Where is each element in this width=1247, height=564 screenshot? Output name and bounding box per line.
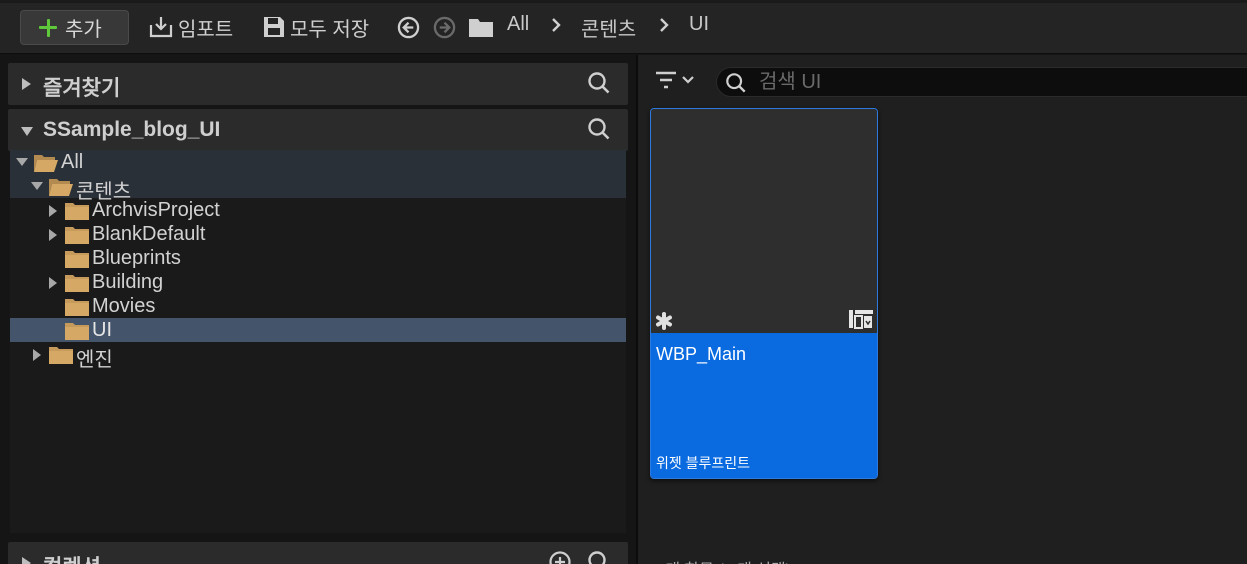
breadcrumb-all[interactable]: All bbox=[507, 13, 529, 36]
asset-search-box[interactable] bbox=[716, 67, 1247, 97]
folder-icon bbox=[65, 203, 89, 220]
tree-item-label: 엔진 bbox=[76, 349, 113, 371]
asset-name: WBP_Main bbox=[656, 344, 747, 364]
import-button[interactable]: 임포트 bbox=[148, 12, 233, 42]
caret-down-icon[interactable] bbox=[20, 125, 34, 137]
sources-panel: 즐겨찾기 SSample_blog_UI All 콘텐츠 ArchvisProj… bbox=[0, 55, 636, 564]
chevron-down-icon bbox=[682, 76, 694, 84]
save-all-label: 모두 저장 bbox=[290, 18, 370, 41]
caret-right-icon[interactable] bbox=[48, 204, 58, 218]
add-button-label: 추가 bbox=[65, 19, 102, 41]
tree-item-engine[interactable]: 엔진 bbox=[10, 342, 626, 371]
tree-item-all[interactable]: All bbox=[10, 150, 626, 174]
search-icon[interactable] bbox=[587, 117, 611, 141]
add-collection-icon[interactable] bbox=[548, 550, 572, 564]
folder-open-icon bbox=[49, 179, 73, 196]
tree-item-label: UI bbox=[92, 319, 112, 341]
collections-header[interactable]: 컬렉션 bbox=[8, 542, 628, 564]
caret-right-icon[interactable] bbox=[20, 556, 32, 564]
save-icon bbox=[264, 17, 284, 37]
tree-item-label: Movies bbox=[92, 295, 156, 317]
favorites-title: 즐겨찾기 bbox=[43, 77, 121, 100]
tree-item-label: Building bbox=[92, 271, 164, 293]
status-text: 1 개 항목 (1 개 선택) bbox=[652, 556, 791, 564]
tree-item-label: All bbox=[61, 151, 84, 173]
folder-icon bbox=[65, 251, 89, 268]
tree-item-label: Blueprints bbox=[92, 247, 181, 269]
folder-icon bbox=[65, 275, 89, 292]
import-label: 임포트 bbox=[178, 18, 234, 41]
asset-type: 위젯 블루프린트 bbox=[656, 455, 751, 471]
asterisk-icon bbox=[656, 312, 672, 330]
save-all-button[interactable]: 모두 저장 bbox=[262, 12, 369, 42]
project-title: SSample_blog_UI bbox=[43, 118, 221, 141]
filter-button[interactable] bbox=[655, 71, 695, 89]
search-icon[interactable] bbox=[587, 71, 611, 95]
caret-down-icon[interactable] bbox=[30, 181, 44, 191]
back-arrow-icon[interactable] bbox=[397, 16, 420, 39]
chevron-right-icon bbox=[660, 18, 669, 32]
tree-item-blankdefault[interactable]: BlankDefault bbox=[10, 222, 626, 246]
toolbar: 추가 임포트 모두 저장 All 콘텐츠 UI bbox=[0, 0, 1247, 54]
caret-right-icon[interactable] bbox=[20, 77, 32, 91]
tree-item-building[interactable]: Building bbox=[10, 270, 626, 294]
folder-icon bbox=[65, 299, 89, 316]
favorites-header[interactable]: 즐겨찾기 bbox=[8, 63, 628, 105]
caret-right-icon[interactable] bbox=[32, 348, 42, 362]
content-browser-panel: WBP_Main 위젯 블루프린트 1 개 항목 (1 개 선택) bbox=[638, 55, 1247, 564]
toolbar-top-strip bbox=[0, 0, 1247, 3]
collections-title: 컬렉션 bbox=[43, 551, 101, 564]
import-icon bbox=[149, 17, 173, 38]
widget-blueprint-icon bbox=[849, 310, 873, 329]
asset-tile[interactable]: WBP_Main 위젯 블루프린트 bbox=[650, 108, 878, 479]
asset-thumbnail bbox=[651, 109, 877, 333]
search-icon bbox=[726, 73, 746, 93]
caret-right-icon[interactable] bbox=[48, 276, 58, 290]
asset-info-panel: WBP_Main 위젯 블루프린트 bbox=[651, 333, 877, 478]
tree-item-ui[interactable]: UI bbox=[10, 318, 626, 342]
tree-item-label: BlankDefault bbox=[92, 223, 206, 245]
tree-item-blueprints[interactable]: Blueprints bbox=[10, 246, 626, 270]
tree-item-archvisproject[interactable]: ArchvisProject bbox=[10, 198, 626, 222]
asset-search-input[interactable] bbox=[759, 70, 1239, 94]
breadcrumb-contents[interactable]: 콘텐츠 bbox=[581, 13, 636, 42]
plus-icon bbox=[39, 18, 57, 37]
breadcrumb-ui[interactable]: UI bbox=[689, 13, 709, 36]
tree-item-contents[interactable]: 콘텐츠 bbox=[10, 174, 626, 203]
caret-down-icon[interactable] bbox=[15, 157, 29, 167]
folder-tree: All 콘텐츠 ArchvisProject BlankDefault Blue… bbox=[10, 150, 626, 533]
tree-item-label: ArchvisProject bbox=[92, 199, 220, 221]
folder-icon bbox=[65, 323, 89, 340]
project-header[interactable]: SSample_blog_UI bbox=[8, 109, 628, 151]
filter-icon bbox=[656, 71, 676, 89]
forward-arrow-icon[interactable] bbox=[433, 16, 456, 39]
chevron-right-icon bbox=[552, 18, 561, 32]
folder-icon bbox=[49, 347, 73, 364]
add-button[interactable]: 추가 bbox=[20, 10, 129, 45]
caret-right-icon[interactable] bbox=[48, 228, 58, 242]
tree-item-movies[interactable]: Movies bbox=[10, 294, 626, 318]
folder-icon bbox=[65, 227, 89, 244]
folder-icon[interactable] bbox=[468, 16, 494, 38]
folder-open-icon bbox=[34, 155, 58, 172]
search-icon[interactable] bbox=[587, 550, 611, 564]
